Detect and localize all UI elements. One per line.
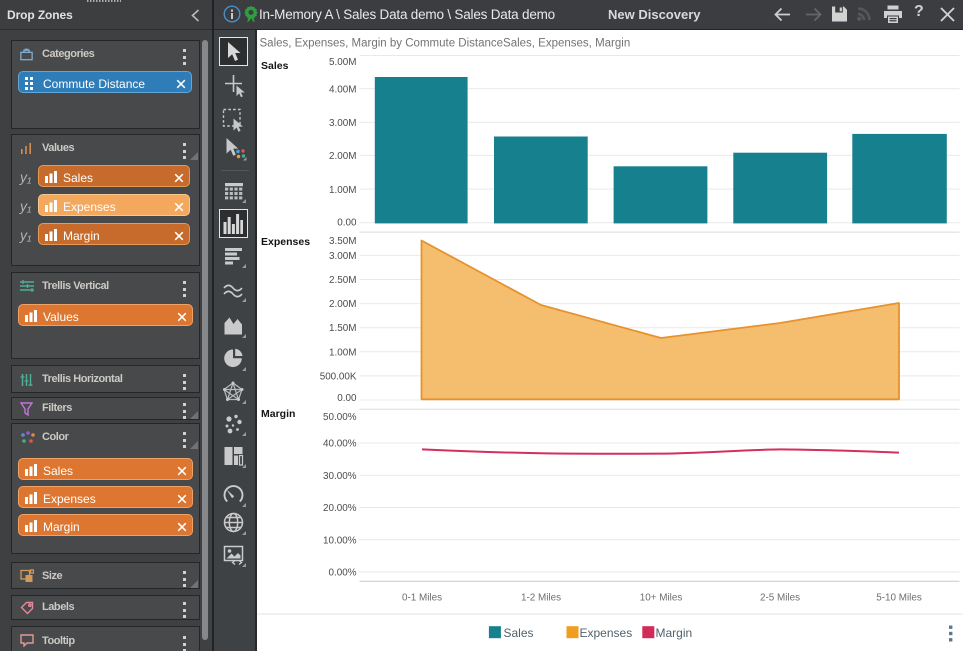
svg-text:10+ Miles: 10+ Miles: [640, 593, 683, 604]
svg-text:2.00M: 2.00M: [329, 299, 356, 310]
svg-text:Sales: Sales: [504, 626, 534, 640]
svg-text:20.00%: 20.00%: [323, 503, 357, 514]
svg-text:2.50M: 2.50M: [329, 275, 356, 286]
svg-text:1.50M: 1.50M: [329, 323, 356, 334]
svg-text:1-2 Miles: 1-2 Miles: [521, 593, 561, 604]
svg-text:4.00M: 4.00M: [329, 84, 356, 95]
svg-text:Expenses: Expenses: [580, 626, 633, 640]
svg-text:30.00%: 30.00%: [323, 471, 357, 482]
svg-text:0.00: 0.00: [337, 393, 357, 404]
svg-text:0.00: 0.00: [337, 217, 357, 228]
svg-text:0.00%: 0.00%: [328, 568, 356, 579]
svg-text:0-1 Miles: 0-1 Miles: [402, 593, 442, 604]
svg-text:1.00M: 1.00M: [329, 185, 356, 196]
svg-text:Margin: Margin: [261, 408, 295, 420]
svg-text:10.00%: 10.00%: [323, 535, 357, 546]
svg-text:5.00M: 5.00M: [329, 57, 356, 68]
svg-text:Sales: Sales: [261, 60, 289, 72]
svg-text:Margin: Margin: [656, 626, 693, 640]
svg-text:Sales, Expenses, Margin by Com: Sales, Expenses, Margin by Commute Dista…: [260, 38, 631, 50]
svg-text:Expenses: Expenses: [261, 236, 310, 248]
svg-text:2-5 Miles: 2-5 Miles: [760, 593, 800, 604]
svg-text:5-10 Miles: 5-10 Miles: [876, 593, 922, 604]
svg-text:1.00M: 1.00M: [329, 347, 356, 358]
svg-text:40.00%: 40.00%: [323, 439, 357, 450]
svg-text:3.50M: 3.50M: [329, 236, 356, 247]
svg-text:3.00M: 3.00M: [329, 251, 356, 262]
svg-text:3.00M: 3.00M: [329, 118, 356, 129]
svg-text:500.00K: 500.00K: [320, 371, 357, 382]
svg-text:2.00M: 2.00M: [329, 151, 356, 162]
svg-text:50.00%: 50.00%: [323, 412, 357, 423]
